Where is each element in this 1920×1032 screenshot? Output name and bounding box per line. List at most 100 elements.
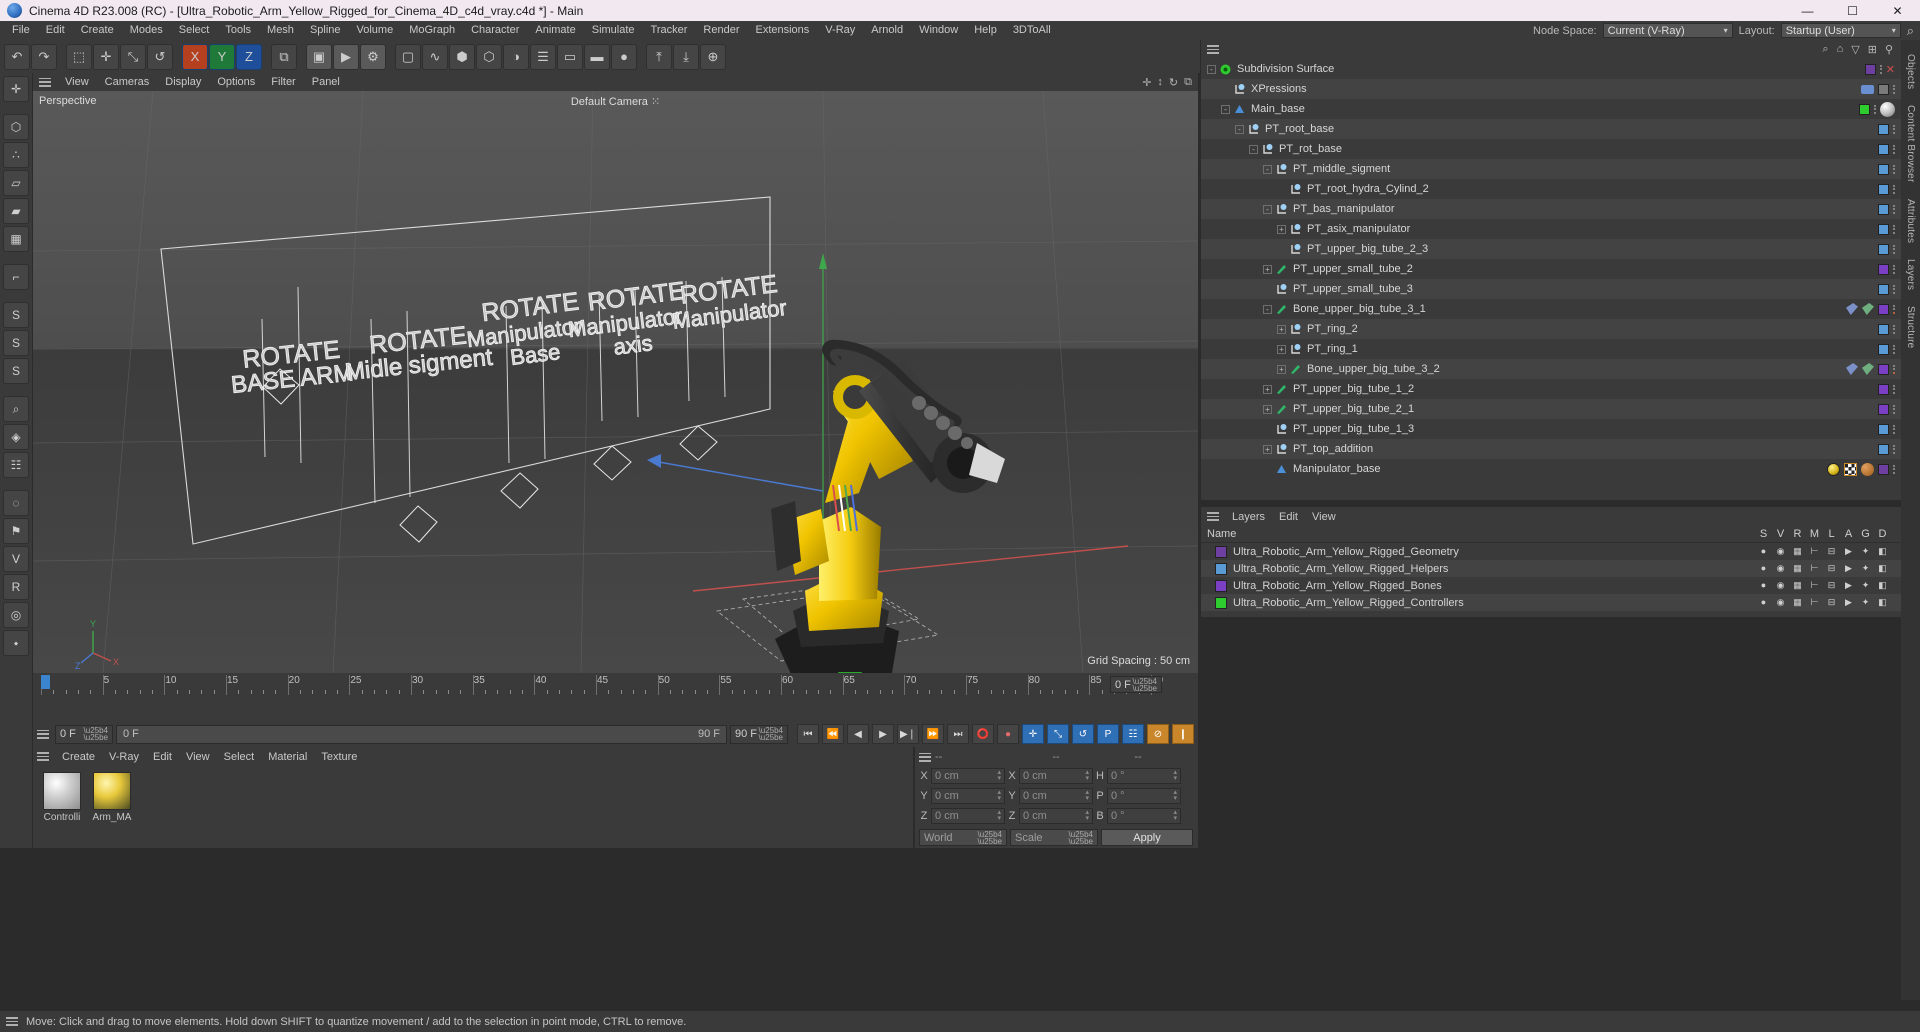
expand-icon[interactable]: + [1277,364,1286,374]
point-cache-tag-icon[interactable] [1861,462,1874,476]
lock-toggle[interactable]: ⊟ [1823,580,1840,591]
material-menu-texture[interactable]: Texture [314,751,364,763]
collapse-icon[interactable]: - [1263,164,1272,174]
add-icon[interactable]: ⊞ [1868,43,1877,56]
object-row[interactable]: PT_upper_small_tube_3 [1201,279,1901,299]
dock-tab-attributes[interactable]: Attributes [1905,191,1916,251]
transfer-button[interactable]: ⤒ [646,43,672,70]
close-button[interactable]: ✕ [1875,0,1920,21]
visibility-dots[interactable] [1893,124,1895,134]
material-menu-v-ray[interactable]: V-Ray [102,751,146,763]
collapse-icon[interactable]: - [1221,104,1230,114]
dock-tab-objects[interactable]: Objects [1905,46,1916,97]
material-chip[interactable]: Arm_MA [91,772,133,823]
object-row[interactable]: - PT_rot_base [1201,139,1901,159]
render-toggle[interactable]: ▦ [1789,597,1806,608]
layer-color-swatch[interactable] [1878,243,1889,255]
add-key-button[interactable]: ⬩ [3,630,29,656]
position-field-x[interactable]: 0 cm ▴ ▾ [931,768,1005,784]
menu-item-create[interactable]: Create [73,21,122,40]
render-region-button[interactable]: ▶ [333,43,359,70]
expand-icon[interactable]: + [1277,344,1286,354]
material-preview-ctrl[interactable] [43,772,81,810]
menu-item-v-ray[interactable]: V-Ray [817,21,863,40]
expand-icon[interactable]: + [1263,264,1272,274]
object-row[interactable]: Manipulator_base [1201,459,1901,479]
visibility-dots[interactable] [1893,324,1895,334]
animation-toggle[interactable]: ▶ [1840,580,1857,591]
layer-color-swatch[interactable] [1878,463,1889,475]
chevron-down-icon[interactable]: \u25b4 \u25be [1069,830,1093,845]
unhide-button[interactable]: R [3,574,29,600]
stepper-icon[interactable]: \u25b4 \u25be [84,727,108,742]
visibility-dots[interactable] [1893,404,1895,414]
hide-show-button[interactable]: ◌ [3,490,29,516]
visibility-dots[interactable] [1893,264,1895,274]
visibility-dots[interactable] [1879,64,1882,74]
expand-icon[interactable]: + [1277,224,1286,234]
visible-toggle[interactable]: ◉ [1772,597,1789,608]
go-to-end-button[interactable]: ⏭ [947,724,969,744]
constraint-tag-icon[interactable] [1862,303,1874,315]
menu-item-select[interactable]: Select [171,21,218,40]
menu-item-edit[interactable]: Edit [38,21,73,40]
dock-tab-content-browser[interactable]: Content Browser [1905,97,1916,190]
rotation-field-p[interactable]: 0 ° ▴ ▾ [1107,788,1181,804]
object-row[interactable]: PT_upper_big_tube_1_3 [1201,419,1901,439]
lock-toggle[interactable]: ⊟ [1823,563,1840,574]
expand-icon[interactable]: + [1263,384,1272,394]
layer-color-swatch[interactable] [1878,263,1889,275]
viewport-menu-cameras[interactable]: Cameras [97,76,158,88]
lock-axis-y-button[interactable]: Y [209,43,235,70]
delete-icon[interactable]: ✕ [1886,63,1895,76]
add-scene-button[interactable]: ☰ [530,43,556,70]
expand-icon[interactable]: + [1263,444,1272,454]
viewport-menu-filter[interactable]: Filter [263,76,303,88]
timeline-ruler[interactable]: 051015202530354045505560657075808590 [41,675,1163,699]
animation-toggle[interactable]: ▶ [1840,546,1857,557]
solo-toggle[interactable]: ● [1755,597,1772,608]
solo-toggle[interactable]: ● [1755,546,1772,557]
world-object-axis-button[interactable]: ⧉ [271,43,297,70]
chevron-down-icon[interactable]: \u25b4 \u25be [978,830,1002,845]
object-row[interactable]: - PT_middle_sigment [1201,159,1901,179]
object-row[interactable]: - Subdivision Surface ✕ [1201,59,1901,79]
render-toggle[interactable]: ▦ [1789,580,1806,591]
visibility-dots[interactable] [1893,464,1895,474]
rotation-field-b[interactable]: 0 ° ▴ ▾ [1107,808,1181,824]
timeline-current-frame-field[interactable]: 0 F \u25b4 \u25be [1110,676,1162,693]
object-row[interactable]: + PT_ring_1 [1201,339,1901,359]
size-field-z[interactable]: 0 cm ▴ ▾ [1019,808,1093,824]
add-light-button[interactable]: ● [611,43,637,70]
layer-color-swatch[interactable] [1878,443,1889,455]
point-mode-button[interactable]: ∴ [3,142,29,168]
scale-tool-button[interactable]: ⤡ [120,43,146,70]
user-icon[interactable]: ⚲ [1885,43,1893,56]
hide-selected-button[interactable]: V [3,546,29,572]
end-frame-input[interactable]: 90 F \u25b4 \u25be [730,724,788,744]
stepper-icon[interactable]: ▴ ▾ [997,769,1001,782]
visibility-dots[interactable] [1893,224,1895,234]
texture-tag-icon[interactable] [1844,462,1857,476]
material-tag-icon[interactable] [1827,462,1840,476]
undo-button[interactable]: ↶ [4,43,30,70]
material-chip[interactable]: Controlli [41,772,83,823]
layer-color-swatch[interactable] [1878,203,1889,215]
stepper-icon[interactable]: ▴ ▾ [1173,769,1177,782]
add-environment-button[interactable]: ◑ [503,43,529,70]
measure-tool-button[interactable]: ⌕ [3,396,29,422]
stepper-icon[interactable]: \u25b4 \u25be [1133,677,1157,692]
menu-item-file[interactable]: File [4,21,38,40]
collapse-icon[interactable]: - [1249,144,1258,154]
edge-mode-button[interactable]: ▱ [3,170,29,196]
orbit-icon[interactable]: ↻ [1169,76,1178,89]
object-row[interactable]: + PT_upper_big_tube_2_1 [1201,399,1901,419]
layer-color-swatch[interactable] [1859,103,1870,115]
viewport-menu-view[interactable]: View [57,76,97,88]
previous-key-button[interactable]: ⏪ [822,724,844,744]
layer-menu-layers[interactable]: Layers [1225,511,1272,523]
object-row[interactable]: PT_root_hydra_Cylind_2 [1201,179,1901,199]
visibility-dots[interactable] [1893,304,1895,314]
layer-color-swatch[interactable] [1215,545,1227,558]
layout-grid-button[interactable]: ☷ [3,452,29,478]
